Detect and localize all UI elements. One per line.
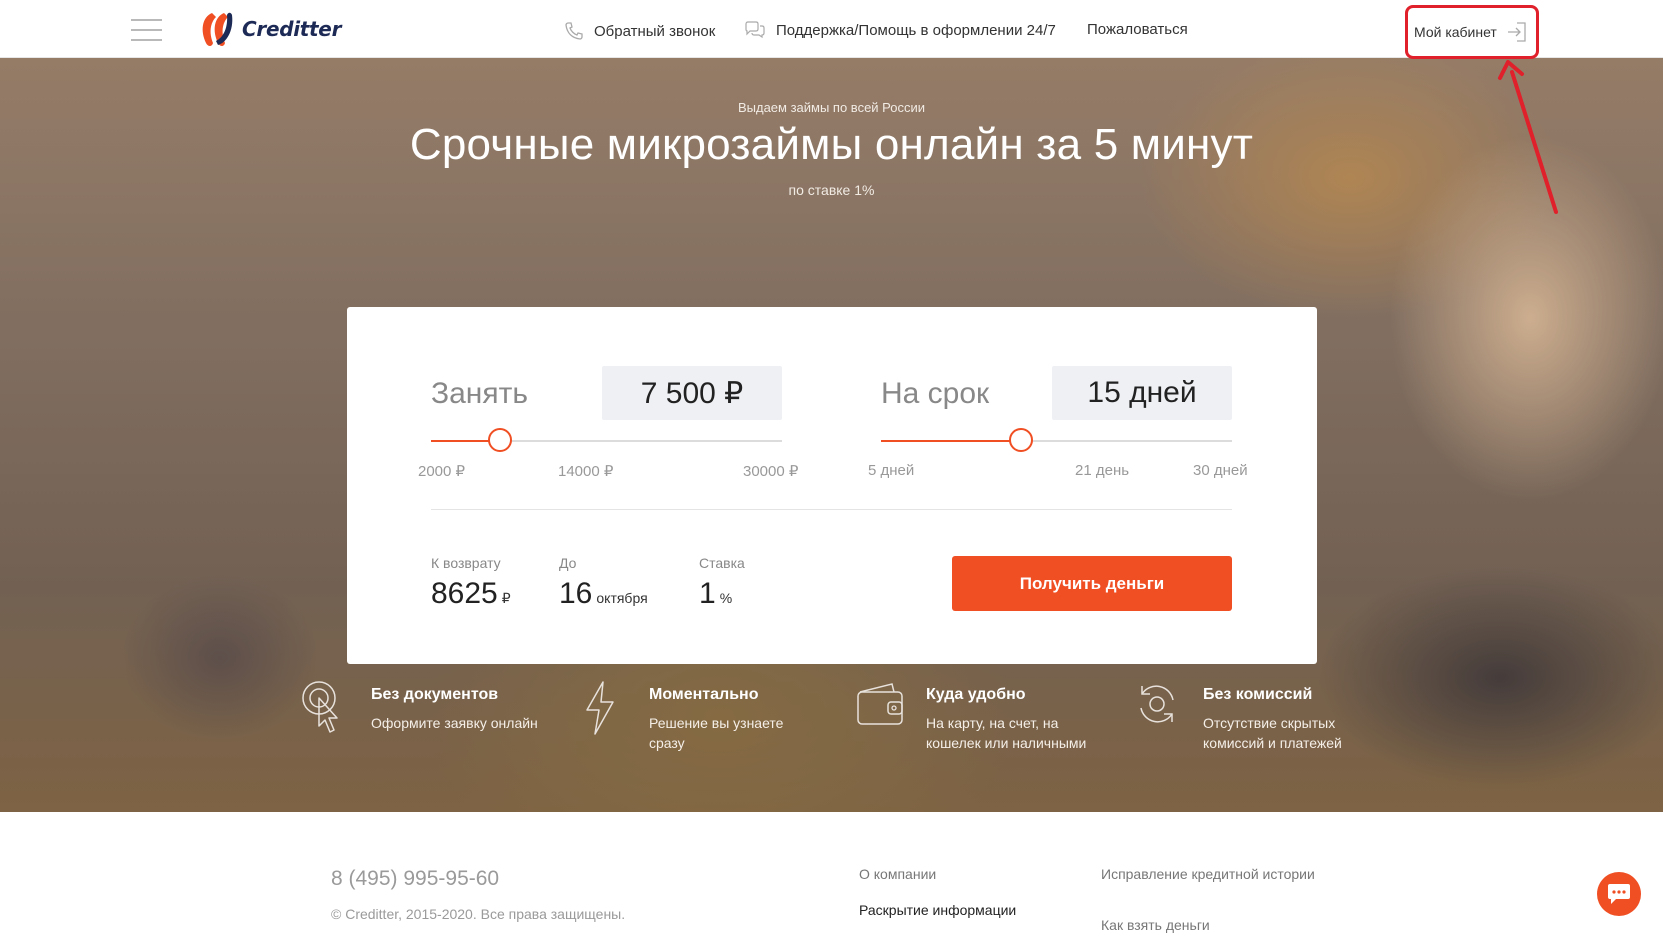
amount-tick-max: 30000 ₽: [743, 463, 799, 480]
repay-unit: ₽: [501, 590, 511, 606]
chat-bubbles-icon: [745, 21, 765, 39]
feature-desc: Решение вы узнаете сразу: [649, 715, 784, 751]
my-cabinet-label: Мой кабинет: [1414, 24, 1497, 40]
footer-link-credit-history[interactable]: Исправление кредитной истории: [1101, 866, 1315, 882]
hero-subtitle: Выдаем займы по всей России: [737, 100, 926, 115]
repay-value: 8625: [431, 577, 498, 610]
feature-desc: Отсутствие скрытых комиссий и платежей: [1203, 715, 1342, 751]
term-label: На срок: [881, 377, 990, 410]
touch-click-icon: [302, 681, 338, 733]
chat-widget-button[interactable]: [1597, 872, 1641, 916]
term-slider-fill: [881, 440, 1022, 442]
term-value[interactable]: 15 дней: [1052, 366, 1232, 420]
amount-tick-mid: 14000 ₽: [558, 463, 614, 480]
hero-title: Срочные микрозаймы онлайн за 5 минут: [409, 120, 1254, 169]
term-tick-max: 30 дней: [1193, 462, 1248, 479]
nav-support-label: Поддержка/Помощь в оформлении 24/7: [776, 21, 1056, 39]
rate-value: 1: [699, 577, 716, 610]
amount-slider[interactable]: [431, 428, 782, 452]
rate-label: Ставка: [699, 555, 745, 571]
site-header: Creditter Обратный звонок Поддержка/Помо…: [0, 0, 1663, 59]
amount-tick-min: 2000 ₽: [418, 463, 466, 480]
logo-mark-icon: [202, 12, 233, 46]
nav-complain[interactable]: Пожаловаться: [1087, 21, 1188, 38]
term-slider-handle[interactable]: [1009, 428, 1034, 452]
chat-icon: [1608, 884, 1630, 904]
menu-icon[interactable]: [131, 18, 162, 42]
phone-icon: [565, 22, 583, 40]
amount-value[interactable]: 7 500 ₽: [602, 366, 782, 420]
feature-title: Моментально: [649, 686, 759, 703]
card-divider: [431, 509, 1232, 510]
repay-label: К возврату: [431, 555, 501, 571]
nav-callback[interactable]: Обратный звонок: [564, 21, 715, 41]
rate-unit: %: [719, 590, 733, 606]
rate-amount: 1%: [699, 577, 732, 611]
site-footer: 8 (495) 995-95-60 © Creditter, 2015-2020…: [0, 812, 1663, 933]
lightning-icon: [586, 681, 614, 735]
footer-copyright: © Creditter, 2015-2020. Все права защище…: [331, 906, 626, 922]
loan-calculator: Занять 7 500 ₽ 2000 ₽ 14000 ₽ 30000 ₽ На…: [347, 307, 1317, 664]
footer-link-disclosure[interactable]: Раскрытие информации: [859, 902, 1016, 918]
feature-title: Без документов: [371, 686, 499, 703]
nav-support[interactable]: Поддержка/Помощь в оформлении 24/7: [744, 21, 1056, 39]
footer-phone[interactable]: 8 (495) 995-95-60: [331, 867, 499, 891]
due-day: 16: [559, 577, 593, 610]
my-cabinet-button[interactable]: Мой кабинет: [1405, 5, 1539, 59]
wallet-icon: [857, 683, 903, 725]
footer-link-how-to[interactable]: Как взять деньги: [1101, 917, 1210, 933]
hero-section: Выдаем займы по всей России Срочные микр…: [0, 58, 1663, 812]
get-money-button[interactable]: Получить деньги: [952, 556, 1232, 611]
amount-slider-handle[interactable]: [487, 428, 512, 452]
feature-title: Без комиссий: [1203, 686, 1313, 703]
amount-label: Занять: [431, 377, 528, 410]
refresh-icon: [1140, 685, 1174, 723]
nav-complain-label: Пожаловаться: [1087, 21, 1188, 38]
term-slider[interactable]: [881, 428, 1232, 452]
term-tick-min: 5 дней: [868, 462, 915, 479]
login-icon: [1507, 22, 1526, 42]
hero-rate-note: по ставке 1%: [788, 182, 875, 198]
due-month: октября: [596, 590, 648, 606]
feature-title: Куда удобно: [926, 686, 1026, 703]
footer-link-about[interactable]: О компании: [859, 866, 936, 882]
nav-callback-label: Обратный звонок: [594, 22, 716, 40]
due-label: До: [559, 555, 577, 571]
logo[interactable]: Creditter: [198, 8, 341, 50]
logo-text: Creditter: [242, 17, 342, 41]
due-date: 16 октября: [559, 577, 648, 611]
annotation-arrow-icon: [1498, 60, 1558, 214]
repay-amount: 8625 ₽: [431, 577, 511, 611]
feature-desc: На карту, на счет, на кошелек или наличн…: [926, 715, 1087, 751]
feature-desc: Оформите заявку онлайн: [371, 715, 538, 731]
term-tick-mid: 21 день: [1075, 462, 1130, 479]
